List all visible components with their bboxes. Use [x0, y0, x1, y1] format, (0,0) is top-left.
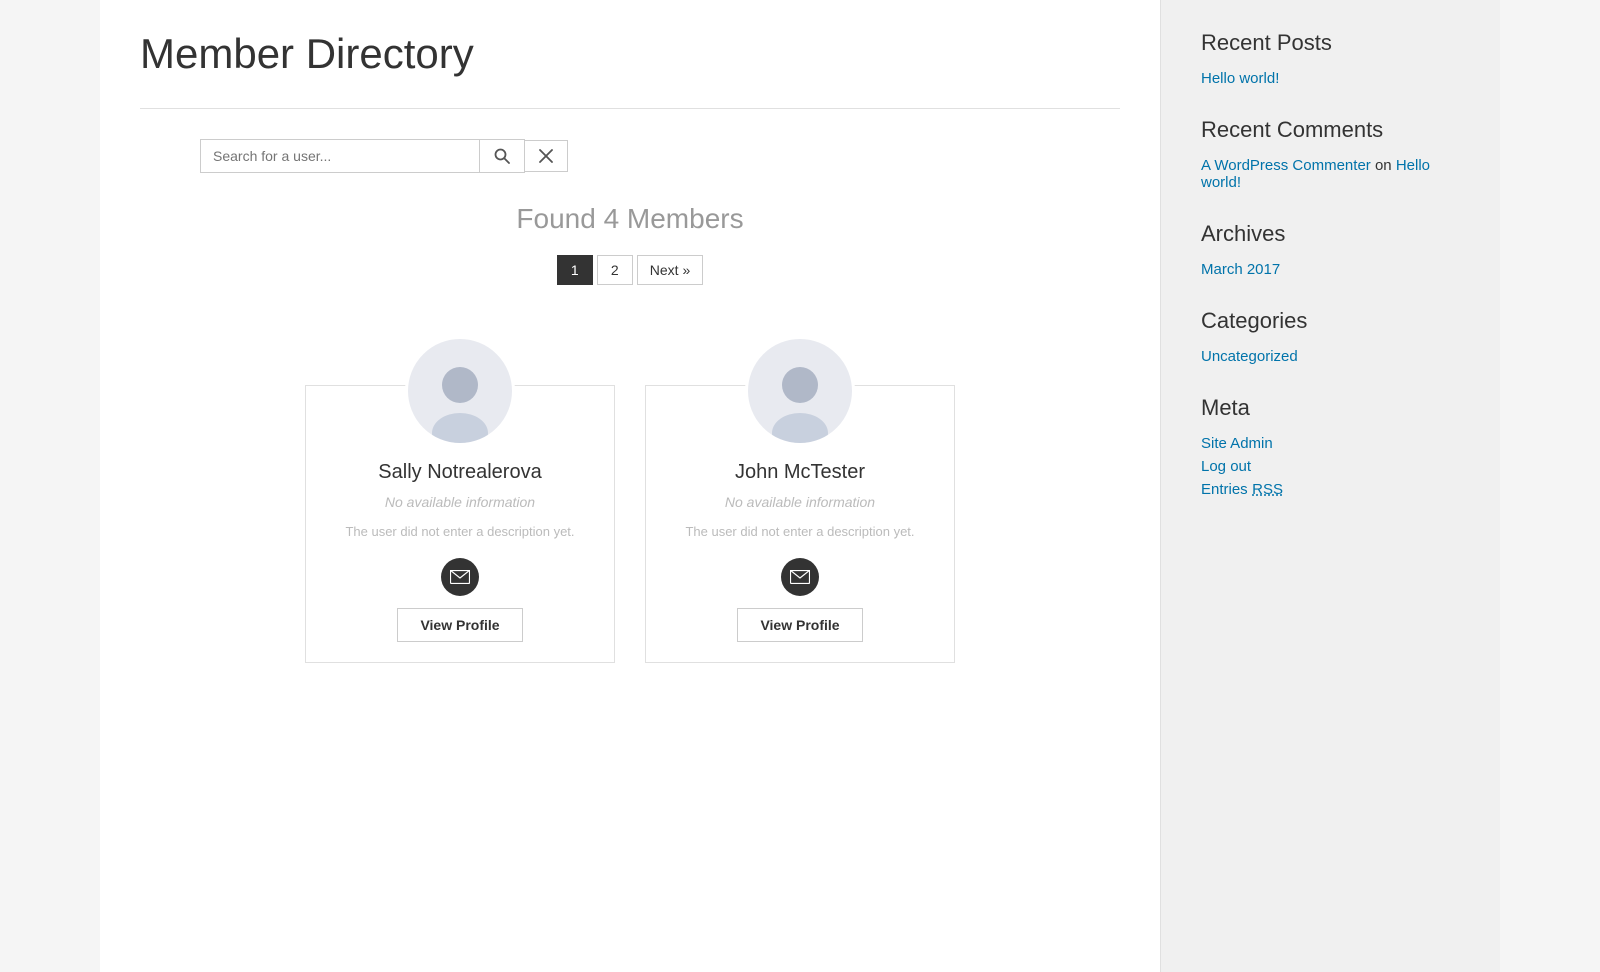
search-button[interactable] [480, 139, 525, 173]
close-icon [539, 149, 553, 163]
site-admin-link[interactable]: Site Admin [1201, 435, 1460, 452]
avatar [405, 336, 515, 446]
email-icon [790, 570, 810, 584]
member-info: No available information [646, 494, 954, 510]
avatar-wrap [306, 336, 614, 446]
search-input[interactable] [200, 139, 480, 173]
on-text: on [1375, 157, 1392, 174]
page-1-button[interactable]: 1 [557, 255, 593, 285]
recent-post-link-1[interactable]: Hello world! [1201, 70, 1460, 87]
member-info: No available information [306, 494, 614, 510]
member-card: Sally Notrealerova No available informat… [305, 385, 615, 663]
entries-link[interactable]: Entries [1201, 481, 1248, 498]
entries-rss-line: Entries RSS [1201, 481, 1460, 499]
clear-button[interactable] [525, 140, 568, 172]
categories-section: Categories Uncategorized [1201, 308, 1460, 365]
member-name: Sally Notrealerova [306, 461, 614, 484]
categories-heading: Categories [1201, 308, 1460, 334]
pagination: 1 2 Next » [140, 255, 1120, 285]
member-description: The user did not enter a description yet… [646, 522, 954, 542]
member-name: John McTester [646, 461, 954, 484]
divider [140, 108, 1120, 109]
found-members-label: Found 4 Members [140, 203, 1120, 235]
recent-posts-section: Recent Posts Hello world! [1201, 30, 1460, 87]
log-out-link[interactable]: Log out [1201, 458, 1460, 475]
email-icon-button[interactable] [441, 558, 479, 596]
avatar [745, 336, 855, 446]
recent-posts-heading: Recent Posts [1201, 30, 1460, 56]
recent-comment-text: A WordPress Commenter on Hello world! [1201, 157, 1460, 191]
avatar-icon [415, 353, 505, 443]
meta-section: Meta Site Admin Log out Entries RSS [1201, 395, 1460, 499]
archive-link-1[interactable]: March 2017 [1201, 261, 1460, 278]
sidebar: Recent Posts Hello world! Recent Comment… [1160, 0, 1500, 972]
recent-comments-heading: Recent Comments [1201, 117, 1460, 143]
meta-heading: Meta [1201, 395, 1460, 421]
email-icon [450, 570, 470, 584]
avatar-wrap [646, 336, 954, 446]
recent-comments-section: Recent Comments A WordPress Commenter on… [1201, 117, 1460, 191]
members-grid: Sally Notrealerova No available informat… [140, 325, 1120, 663]
archives-heading: Archives [1201, 221, 1460, 247]
email-icon-button[interactable] [781, 558, 819, 596]
view-profile-button-1[interactable]: View Profile [397, 608, 522, 642]
rss-link[interactable]: RSS [1252, 481, 1283, 498]
commenter-link[interactable]: A WordPress Commenter [1201, 157, 1371, 174]
avatar-icon [755, 353, 845, 443]
archives-section: Archives March 2017 [1201, 221, 1460, 278]
page-2-button[interactable]: 2 [597, 255, 633, 285]
search-icon [494, 148, 510, 164]
member-description: The user did not enter a description yet… [306, 522, 614, 542]
member-card: John McTester No available information T… [645, 385, 955, 663]
view-profile-button-2[interactable]: View Profile [737, 608, 862, 642]
category-link-1[interactable]: Uncategorized [1201, 348, 1460, 365]
search-bar [200, 139, 1120, 173]
next-page-button[interactable]: Next » [637, 255, 703, 285]
page-title: Member Directory [140, 30, 1120, 78]
